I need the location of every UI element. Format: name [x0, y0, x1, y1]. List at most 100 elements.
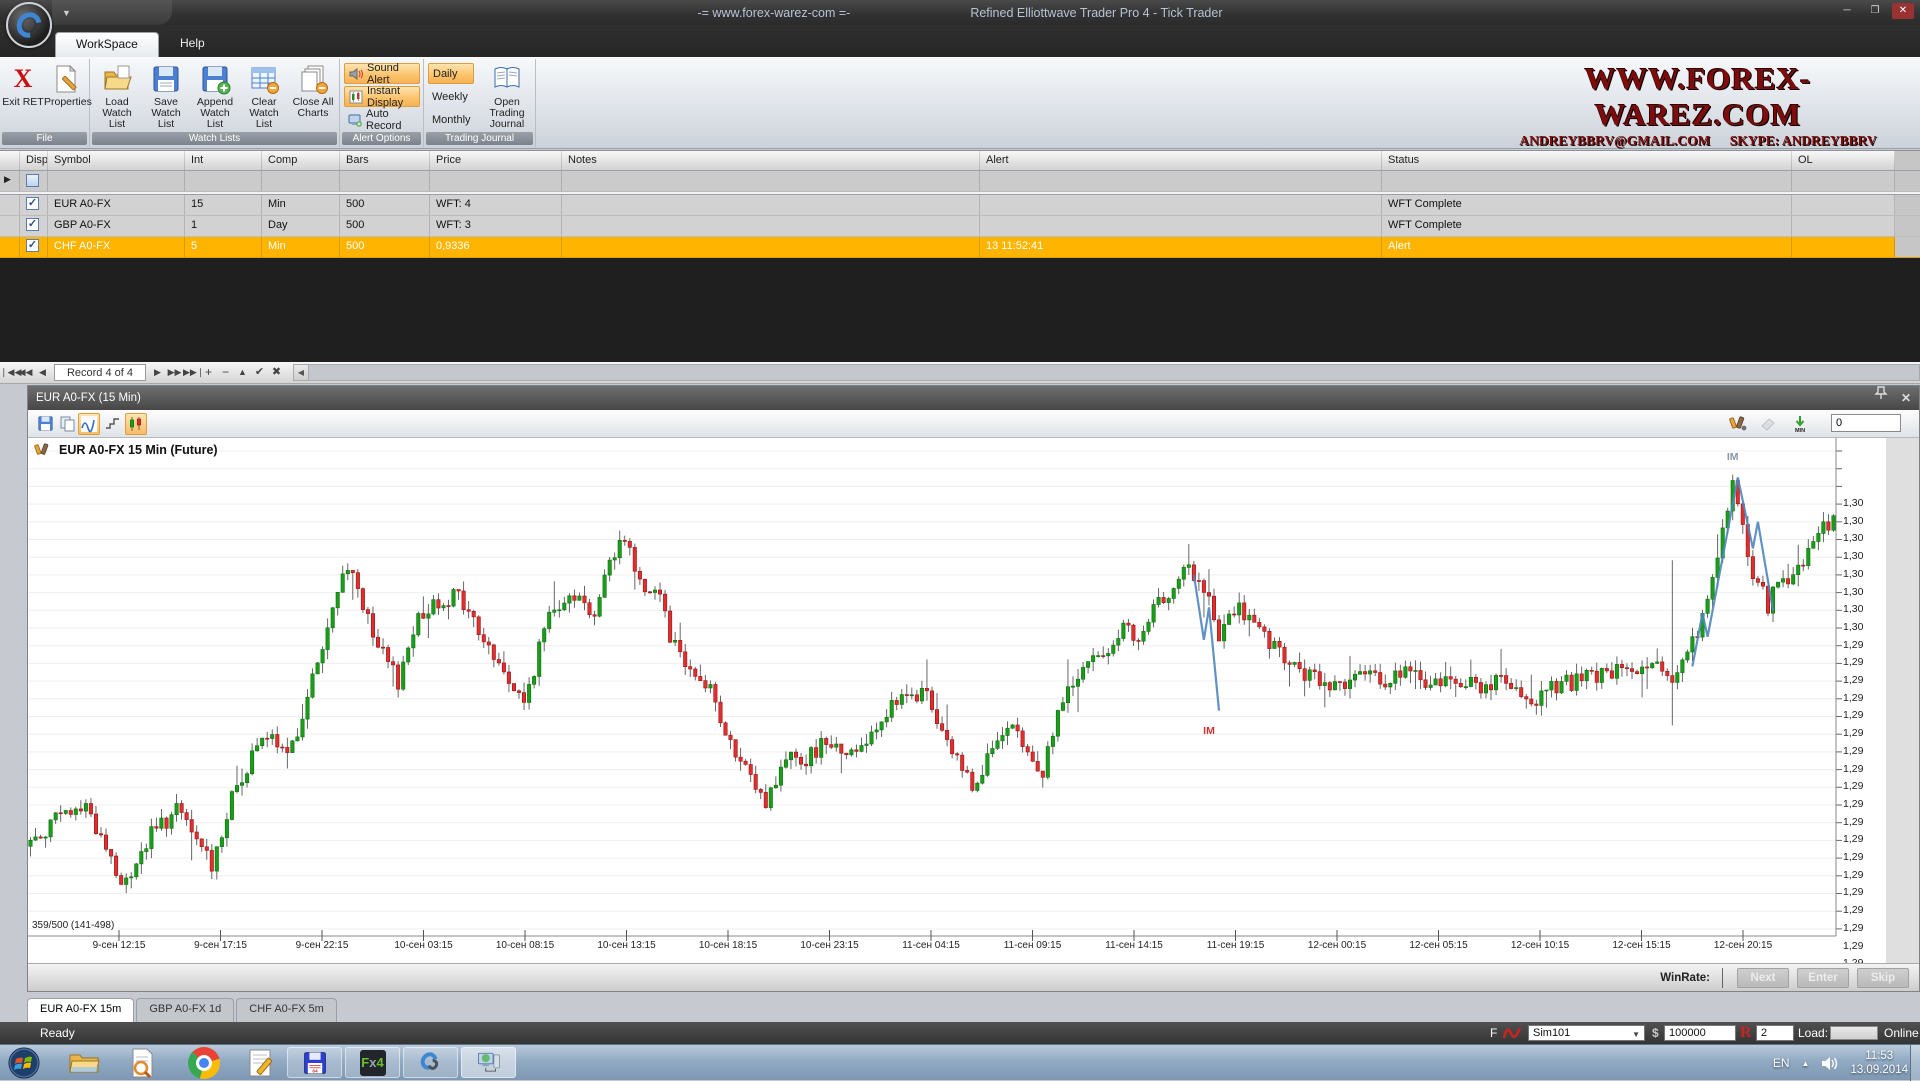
- table-row-chf-selected[interactable]: ✓ CHF A0-FX 5 Min 500 0,9336 13 11:52:41…: [0, 237, 1920, 258]
- close-all-charts-button[interactable]: Close All Charts: [289, 61, 337, 131]
- chrome-icon[interactable]: [188, 1047, 220, 1079]
- language-indicator[interactable]: EN: [1773, 1056, 1790, 1070]
- min-interval-button[interactable]: MIN: [1789, 413, 1811, 435]
- prev-page-button[interactable]: ◀◀: [17, 365, 34, 381]
- col-disp[interactable]: Disp: [20, 151, 48, 170]
- horizontal-scrollbar[interactable]: ◀: [293, 364, 1920, 381]
- load-label: Load:: [1798, 1026, 1828, 1040]
- col-comp[interactable]: Comp: [262, 151, 340, 170]
- sound-alert-toggle[interactable]: Sound Alert: [344, 63, 420, 84]
- interval-value-input[interactable]: [1831, 414, 1901, 432]
- explorer-icon[interactable]: [68, 1047, 100, 1079]
- load-watch-list-button[interactable]: Load Watch List: [93, 61, 141, 131]
- table-row-gbp[interactable]: ✓ GBP A0-FX 1 Day 500 WFT: 3 WFT Complet…: [0, 216, 1920, 237]
- tray-expand-icon[interactable]: ▲: [1802, 1059, 1810, 1068]
- line-chart-mode-button[interactable]: [78, 413, 100, 435]
- svg-text:64: 64: [312, 1068, 318, 1074]
- draw-tools-button[interactable]: [1727, 413, 1749, 435]
- disp-checkbox[interactable]: ✓: [26, 218, 39, 231]
- open-trading-journal-button[interactable]: Open Trading Journal: [480, 61, 534, 131]
- tab-workspace[interactable]: WorkSpace: [55, 32, 159, 57]
- taskbar-ret-app[interactable]: [403, 1047, 458, 1078]
- y-tick-label: 1,30: [1843, 586, 1883, 598]
- properties-button[interactable]: Properties: [44, 61, 88, 131]
- weekly-toggle[interactable]: Weekly: [428, 86, 478, 107]
- monthly-toggle[interactable]: Monthly: [428, 109, 480, 130]
- chart-copy-button[interactable]: [56, 413, 78, 435]
- enter-button[interactable]: Enter: [1797, 968, 1849, 988]
- disp-checkbox[interactable]: ✓: [26, 239, 39, 252]
- candlestick-plot: IMIM: [28, 438, 1881, 961]
- tab-eur-chart[interactable]: EUR A0-FX 15m: [27, 998, 134, 1022]
- svg-text:MIN: MIN: [1795, 428, 1805, 434]
- append-watch-list-button[interactable]: Append Watch List: [191, 61, 239, 131]
- clock[interactable]: 11:53 13.09.2014: [1850, 1049, 1908, 1077]
- table-row-eur[interactable]: ✓ EUR A0-FX 15 Min 500 WFT: 4 WFT Comple…: [0, 195, 1920, 216]
- floppy64-icon: 64: [303, 1051, 327, 1075]
- daily-toggle[interactable]: Daily: [428, 63, 474, 84]
- edit-record-button[interactable]: ▲: [234, 365, 251, 381]
- clear-watch-list-button[interactable]: Clear Watch List: [240, 61, 288, 131]
- start-button[interactable]: [8, 1047, 40, 1079]
- tab-gbp-chart[interactable]: GBP A0-FX 1d: [136, 998, 234, 1022]
- prev-record-button[interactable]: ◀: [34, 365, 51, 381]
- account-select[interactable]: Sim101 ▼: [1528, 1025, 1645, 1041]
- banner-url: WWW.FOREX-WAREZ.COM: [1488, 61, 1908, 133]
- group-trading-journal: Daily Weekly Monthly Open Trading Journa…: [424, 59, 536, 147]
- minimize-button[interactable]: ─: [1836, 3, 1858, 19]
- maximize-button[interactable]: ❐: [1864, 3, 1886, 19]
- first-record-button[interactable]: ❘◀◀: [0, 365, 17, 381]
- col-notes[interactable]: Notes: [562, 151, 980, 170]
- chart-close-icon[interactable]: ✕: [1901, 386, 1911, 410]
- amount-input[interactable]: [1664, 1025, 1736, 1041]
- col-alert[interactable]: Alert: [980, 151, 1382, 170]
- chart-save-button[interactable]: [34, 413, 56, 435]
- candle-chart-mode-button[interactable]: [125, 413, 147, 435]
- tab-help[interactable]: Help: [160, 32, 225, 57]
- close-button[interactable]: ✕: [1892, 3, 1914, 19]
- app-menu-orb[interactable]: [6, 2, 52, 48]
- col-price[interactable]: Price: [430, 151, 562, 170]
- x-tick-label: 12-сен 05:15: [1392, 940, 1486, 951]
- exit-ret-button[interactable]: X Exit RET: [2, 61, 44, 131]
- taskbar-floppy64-app[interactable]: 64: [287, 1047, 342, 1078]
- show-desktop-button[interactable]: [1910, 1045, 1920, 1081]
- search-doc-icon[interactable]: [126, 1047, 158, 1079]
- col-status[interactable]: Status: [1382, 151, 1792, 170]
- next-button[interactable]: Next: [1737, 968, 1789, 988]
- pin-icon[interactable]: [1875, 386, 1887, 400]
- disp-checkbox[interactable]: ✓: [26, 197, 39, 210]
- next-page-button[interactable]: ▶▶: [166, 365, 183, 381]
- notepad-icon[interactable]: [246, 1047, 278, 1079]
- save-watch-list-button[interactable]: Save Watch List: [142, 61, 190, 131]
- quick-access-arrow-icon[interactable]: ▼: [62, 8, 71, 18]
- add-record-button[interactable]: +: [200, 365, 217, 381]
- volume-icon[interactable]: [1821, 1056, 1838, 1071]
- col-int[interactable]: Int: [185, 151, 262, 170]
- cancel-edit-button[interactable]: ✖: [268, 365, 285, 381]
- col-symbol[interactable]: Symbol: [48, 151, 185, 170]
- quantity-input[interactable]: [1756, 1025, 1794, 1041]
- delete-record-button[interactable]: −: [217, 365, 234, 381]
- skip-button[interactable]: Skip: [1857, 968, 1909, 988]
- taskbar-fx4-app[interactable]: Fx4: [345, 1047, 400, 1078]
- scroll-left-icon[interactable]: ◀: [294, 365, 309, 380]
- x-tick-label: 10-сен 23:15: [783, 940, 877, 951]
- col-ol[interactable]: OL: [1792, 151, 1895, 170]
- post-edit-button[interactable]: ✔: [251, 365, 268, 381]
- step-line-icon: [105, 415, 121, 431]
- record-counter: Record 4 of 4: [54, 364, 146, 381]
- clear-table-icon: [249, 64, 279, 94]
- auto-record-toggle[interactable]: Auto Record: [344, 109, 420, 130]
- step-chart-mode-button[interactable]: [102, 413, 124, 435]
- next-record-button[interactable]: ▶: [149, 365, 166, 381]
- eraser-button[interactable]: [1757, 413, 1779, 435]
- grid-filter-row[interactable]: ▶: [0, 171, 1920, 192]
- y-tick-label: 1,30: [1843, 621, 1883, 633]
- tab-chf-chart[interactable]: CHF A0-FX 5m: [236, 998, 337, 1022]
- chart-area[interactable]: IMIM EUR A0-FX 15 Min (Future) 359/500 (…: [28, 438, 1919, 963]
- taskbar-network-app[interactable]: [461, 1047, 516, 1078]
- col-bars[interactable]: Bars: [340, 151, 430, 170]
- last-record-button[interactable]: ▶▶❘: [183, 365, 200, 381]
- instant-display-toggle[interactable]: Instant Display: [344, 86, 420, 107]
